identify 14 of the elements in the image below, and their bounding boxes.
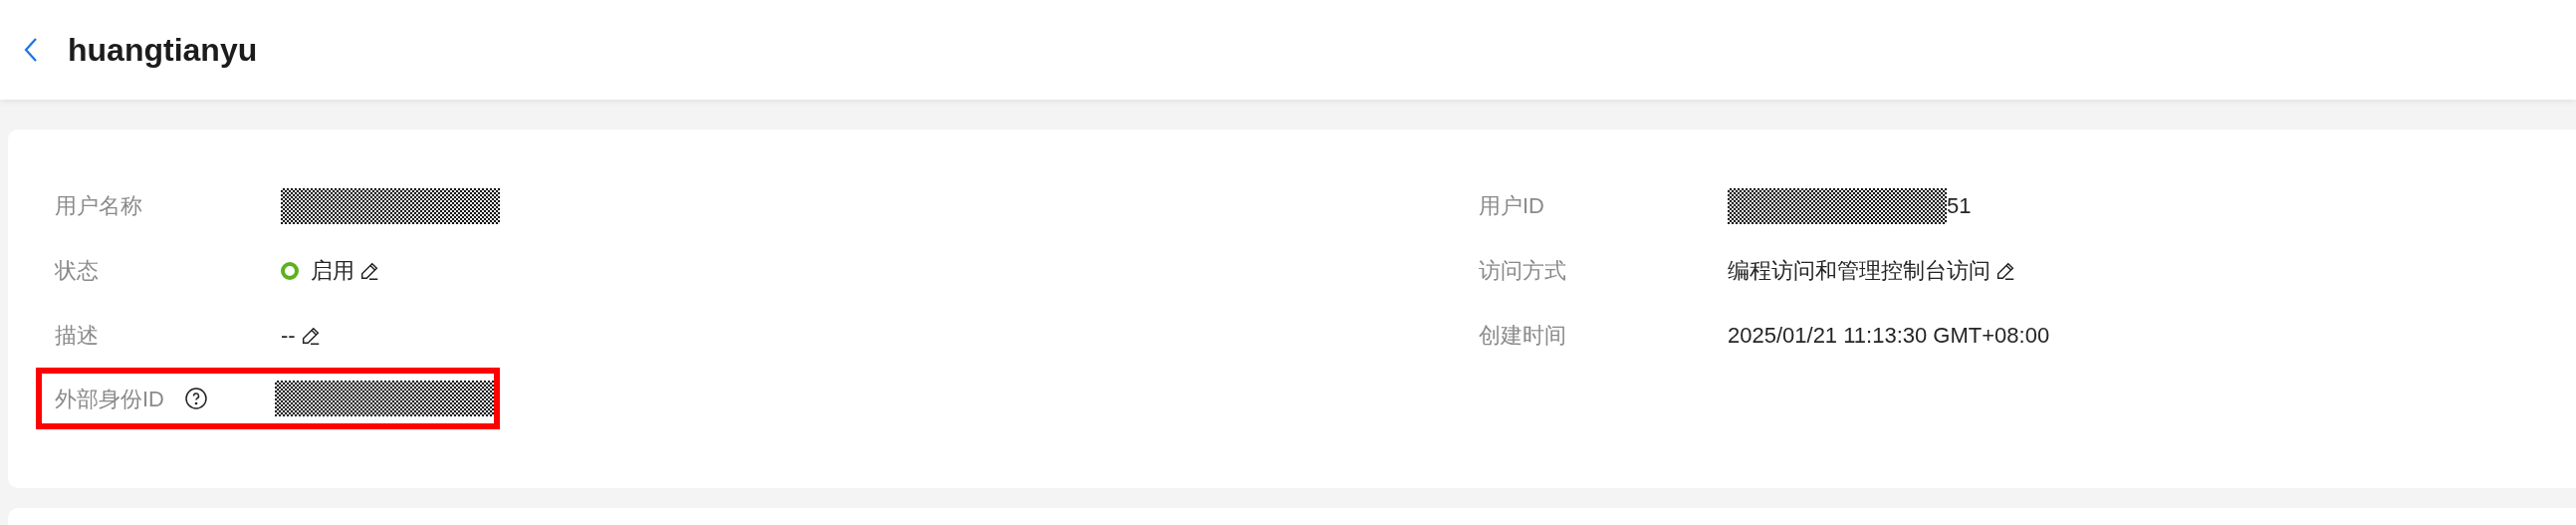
field-label: 用户ID bbox=[1479, 192, 1544, 220]
field-label: 描述 bbox=[55, 322, 99, 350]
field-label: 外部身份ID bbox=[55, 385, 164, 413]
field-label: 创建时间 bbox=[1479, 322, 1566, 350]
field-value: 编程访问和管理控制台访问 bbox=[1728, 257, 1991, 285]
field-label: 状态 bbox=[55, 257, 99, 285]
field-label: 用户名称 bbox=[55, 192, 142, 220]
field-value: 启用 bbox=[311, 257, 354, 285]
page-title: huangtianyu bbox=[68, 31, 258, 70]
field-value: 51 bbox=[1947, 192, 1972, 220]
field-value: -- bbox=[281, 322, 296, 350]
field-value: 2025/01/21 11:13:30 GMT+08:00 bbox=[1728, 322, 2050, 350]
help-icon[interactable] bbox=[184, 387, 208, 410]
field-label: 访问方式 bbox=[1479, 257, 1566, 285]
